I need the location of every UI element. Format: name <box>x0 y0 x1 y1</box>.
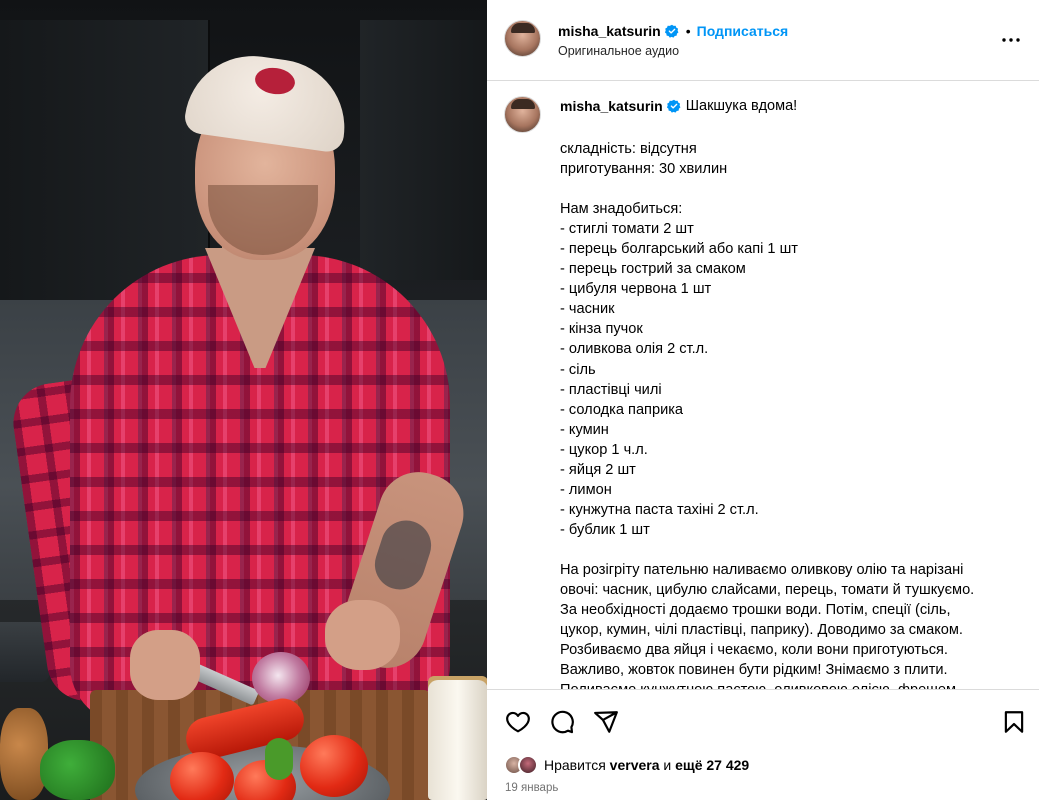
caption-line: Нам знадобиться: <box>560 201 683 218</box>
caption-line: - перець гострий за смаком <box>560 261 746 278</box>
likes-text: Нравится ververa и ещё 27 429 <box>544 757 749 773</box>
right-hand <box>325 600 400 670</box>
caption-author-avatar[interactable] <box>504 96 541 133</box>
jar <box>428 680 487 800</box>
bread <box>0 708 48 800</box>
caption-line: - яйця 2 шт <box>560 461 636 478</box>
caption-line: - цукор 1 ч.л. <box>560 441 648 458</box>
original-audio-link[interactable]: Оригинальное аудио <box>558 44 679 58</box>
caption-paragraph-line: Поливаємо кунжутною пастою, оливковою ол… <box>560 680 1030 689</box>
likes-middle: и <box>663 757 672 773</box>
post-actions: Нравится ververa и ещё 27 429 19 январь <box>487 689 1039 800</box>
separator-dot: • <box>685 23 691 39</box>
liker-avatar <box>518 755 538 775</box>
caption-line: - солодка паприка <box>560 401 684 418</box>
caption-paragraph-line: На розігріту пательню наливаємо оливкову… <box>560 561 964 578</box>
likes-count[interactable]: ещё 27 429 <box>675 757 749 773</box>
post-media-video[interactable] <box>0 0 487 800</box>
tomato <box>170 752 234 800</box>
caption-line: - кунжутна паста тахіні 2 ст.л. <box>560 501 759 518</box>
green-chili <box>265 738 293 780</box>
verified-badge-icon <box>664 24 679 38</box>
likes-summary[interactable]: Нравится ververa и ещё 27 429 <box>504 753 749 777</box>
caption-line: складність: відсутня <box>560 141 697 157</box>
caption-header: misha_katsurin Шакшука вдома! <box>560 98 797 114</box>
caption-paragraph-line: цукор, кумин, чілі пластівці, паприку). … <box>560 622 963 639</box>
post-date[interactable]: 19 январь <box>505 782 558 794</box>
likes-prefix: Нравится <box>544 757 606 773</box>
tomato <box>300 735 368 797</box>
post-panel: misha_katsurin • Подписаться Оригинально… <box>487 0 1039 800</box>
post-header: misha_katsurin • Подписаться Оригинально… <box>487 0 1039 81</box>
likes-user[interactable]: ververa <box>610 757 660 773</box>
share-icon[interactable] <box>593 709 619 735</box>
left-hand <box>130 630 200 700</box>
caption-line: - часник <box>560 301 615 318</box>
caption-line: - стиглі томати 2 шт <box>560 221 694 238</box>
heart-icon[interactable] <box>505 709 531 735</box>
caption-title: Шакшука вдома! <box>685 98 798 114</box>
caption-paragraph-line: За необхідності додаємо трошки води. Пот… <box>560 602 951 619</box>
caption-line: приготування: 30 хвилин <box>560 161 728 178</box>
comment-icon[interactable] <box>549 709 575 735</box>
caption-line: - сіль <box>560 361 596 378</box>
caption-line: - кінза пучок <box>560 321 643 338</box>
author-avatar[interactable] <box>504 20 541 57</box>
author-username[interactable]: misha_katsurin <box>558 23 661 39</box>
caption-paragraph-line: овочі: часник, цибулю слайсами, перець, … <box>560 582 975 599</box>
caption-line: - оливкова олія 2 ст.л. <box>560 341 709 358</box>
caption-line: - лимон <box>560 481 612 498</box>
verified-badge-icon <box>666 99 681 113</box>
follow-button[interactable]: Подписаться <box>697 23 789 39</box>
caption-text: складність: відсутня приготування: 30 хви… <box>560 139 1030 689</box>
more-options-icon[interactable] <box>999 30 1023 50</box>
caption-line: - цибуля червона 1 шт <box>560 281 712 298</box>
author-line: misha_katsurin • Подписаться <box>558 21 788 41</box>
bookmark-icon[interactable] <box>1001 709 1027 735</box>
caption-line: - пластівці чилі <box>560 381 662 398</box>
post-caption: misha_katsurin Шакшука вдома! складність… <box>487 82 1039 689</box>
caption-line: - бублик 1 шт <box>560 521 650 538</box>
red-onion <box>252 652 310 704</box>
caption-line: - перець болгарський або капі 1 шт <box>560 241 798 258</box>
caption-paragraph-line: Важливо, жовток повинен бути рідким! Зні… <box>560 662 948 679</box>
caption-paragraph-line: Розбиваємо два яйця і чекаємо, коли вони… <box>560 642 948 659</box>
chef-person <box>0 0 487 800</box>
caption-username[interactable]: misha_katsurin <box>560 98 663 114</box>
caption-line: - кумин <box>560 421 609 438</box>
greens <box>40 740 115 800</box>
